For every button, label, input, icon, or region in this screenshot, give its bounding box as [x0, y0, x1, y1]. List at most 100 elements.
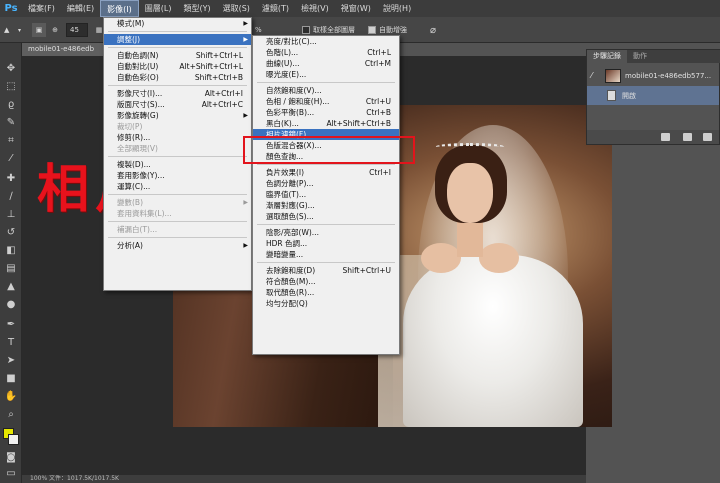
menu-row[interactable]: 符合顏色(M)...	[253, 276, 399, 287]
menu-item[interactable]: 選取(S)	[217, 0, 256, 17]
menu-row[interactable]: 分析(A) ▶	[104, 240, 251, 251]
menu-row[interactable]: 影像旋轉(G) ▶	[104, 110, 251, 121]
refine-edge-icon[interactable]: ⌀	[430, 23, 436, 37]
menu-row[interactable]: 陰影/亮部(W)...	[253, 227, 399, 238]
menu-row[interactable]: HDR 色調...	[253, 238, 399, 249]
brush-size-field[interactable]: 45	[66, 23, 88, 37]
menu-item[interactable]: 檔案(F)	[22, 0, 61, 17]
menu-row-label: 臨界值(T)...	[266, 190, 307, 199]
menu-row-label: 陰影/亮部(W)...	[266, 228, 319, 237]
menu-row-label: 補漏白(T)...	[117, 225, 158, 234]
menu-row-label: 運算(C)...	[117, 182, 151, 191]
menu-row[interactable]: 亮度/對比(C)...	[253, 36, 399, 47]
tool-preset-arrow-icon[interactable]: ▾	[18, 23, 21, 37]
menu-row[interactable]: 黑白(K)... Alt+Shift+Ctrl+B	[253, 118, 399, 129]
menu-row-label: 變數(B)	[117, 198, 143, 207]
blur-tool-icon[interactable]: ▲	[3, 279, 19, 294]
menu-row[interactable]: 色彩平衡(B)... Ctrl+B	[253, 107, 399, 118]
menu-item[interactable]: 影像(I)	[100, 0, 139, 17]
auto-enhance-box[interactable]	[368, 26, 376, 34]
menu-row-label: 影像尺寸(I)...	[117, 89, 163, 98]
menu-row[interactable]: 臨界值(T)...	[253, 189, 399, 200]
menu-row[interactable]: 模式(M) ▶	[104, 18, 251, 29]
hand-tool-icon[interactable]: ✋	[3, 389, 19, 404]
tab-actions[interactable]: 動作	[627, 50, 653, 63]
menu-row[interactable]: 自動色調(N) Shift+Ctrl+L	[104, 50, 251, 61]
menu-item[interactable]: 類型(Y)	[177, 0, 216, 17]
menu-row[interactable]: 運算(C)...	[104, 181, 251, 192]
menu-row[interactable]: 調整(J) ▶	[104, 34, 251, 45]
crop-tool-icon[interactable]: ⌗	[3, 133, 19, 148]
menu-row[interactable]: 版面尺寸(S)... Alt+Ctrl+C	[104, 99, 251, 110]
menu-row-label: 色階(L)...	[266, 48, 299, 57]
menu-row-label: 曲線(U)...	[266, 59, 300, 68]
path-select-icon[interactable]: ➤	[3, 353, 19, 368]
trash-icon[interactable]	[703, 133, 712, 141]
menu-row-label: 修剪(R)...	[117, 133, 151, 142]
zoom-tool-icon[interactable]: ⌕	[3, 407, 19, 422]
shape-tool-icon[interactable]: ■	[3, 371, 19, 386]
photoshop-logo: Ps	[4, 3, 18, 14]
type-tool-icon[interactable]: T	[3, 335, 19, 350]
menu-row[interactable]: 自動色彩(O) Shift+Ctrl+B	[104, 72, 251, 83]
tab-history[interactable]: 步驟記錄	[587, 50, 627, 63]
menu-item[interactable]: 檢視(V)	[295, 0, 335, 17]
menu-row[interactable]: 色相 / 飽和度(H)... Ctrl+U	[253, 96, 399, 107]
menu-row: 裁切(P)	[104, 121, 251, 132]
healing-brush-icon[interactable]: ✚	[3, 171, 19, 186]
sample-all-layers-box[interactable]	[302, 26, 310, 34]
menu-row[interactable]: 選取顏色(S)...	[253, 211, 399, 222]
history-brush-icon[interactable]: ↺	[3, 225, 19, 240]
menu-row-label: 色彩平衡(B)...	[266, 108, 315, 117]
menu-row-label: 黑白(K)...	[266, 119, 299, 128]
menu-item[interactable]: 說明(H)	[377, 0, 417, 17]
brush-tool-icon[interactable]: ∕	[3, 189, 19, 204]
menu-row[interactable]: 套用影像(Y)...	[104, 170, 251, 181]
pen-tool-icon[interactable]: ✒	[3, 317, 19, 332]
new-document-from-state-icon[interactable]	[661, 133, 670, 141]
document-tab[interactable]: mobile01-e486edb	[22, 43, 107, 56]
menu-row[interactable]: 自然飽和度(V)...	[253, 85, 399, 96]
menu-row[interactable]: 曝光度(E)...	[253, 69, 399, 80]
menu-item[interactable]: 圖層(L)	[139, 0, 178, 17]
screen-mode-icon[interactable]: ▭	[3, 466, 19, 481]
history-brush-source-icon[interactable]: ⁄	[591, 71, 592, 80]
menu-row[interactable]: 去除飽和度(D) Shift+Ctrl+U	[253, 265, 399, 276]
menu-row[interactable]: 複製(D)...	[104, 159, 251, 170]
quick-select-tool-icon[interactable]: ▲	[4, 23, 9, 37]
quick-mask-icon[interactable]: ◙	[3, 450, 19, 465]
quick-select-tool-icon[interactable]: ✎	[3, 115, 19, 130]
menu-row[interactable]: 變暗變量...	[253, 249, 399, 260]
marquee-tool-icon[interactable]: ⬚	[3, 79, 19, 94]
move-tool-icon[interactable]: ✥	[3, 61, 19, 76]
menu-row[interactable]: 負片效果(I) Ctrl+I	[253, 167, 399, 178]
menu-row[interactable]: 色調分離(P)...	[253, 178, 399, 189]
menu-row[interactable]: 修剪(R)...	[104, 132, 251, 143]
eraser-tool-icon[interactable]: ◧	[3, 243, 19, 258]
history-step[interactable]: 開啟	[587, 86, 719, 105]
menu-row[interactable]: 曲線(U)... Ctrl+M	[253, 58, 399, 69]
background-color-swatch[interactable]	[8, 434, 19, 445]
menu-separator	[108, 156, 247, 157]
menu-item[interactable]: 視窗(W)	[335, 0, 377, 17]
menu-row[interactable]: 影像尺寸(I)... Alt+Ctrl+I	[104, 88, 251, 99]
menu-row[interactable]: 均勻分配(Q)	[253, 298, 399, 309]
menu-row-label: 亮度/對比(C)...	[266, 37, 317, 46]
new-selection-icon[interactable]: ▣	[32, 23, 46, 37]
shortcut-label: Alt+Ctrl+I	[204, 89, 243, 98]
camera-snapshot-icon[interactable]	[683, 133, 692, 141]
gradient-tool-icon[interactable]: ▤	[3, 261, 19, 276]
dodge-tool-icon[interactable]: ●	[3, 297, 19, 312]
menu-item[interactable]: 濾鏡(T)	[256, 0, 295, 17]
eyedropper-tool-icon[interactable]: ⁄	[3, 151, 19, 166]
stamp-tool-icon[interactable]: ⊥	[3, 207, 19, 222]
history-snapshot[interactable]: ⁄ mobile01-e486edb577...	[587, 66, 719, 85]
menu-row[interactable]: 色階(L)... Ctrl+L	[253, 47, 399, 58]
menu-row[interactable]: 自動對比(U) Alt+Shift+Ctrl+L	[104, 61, 251, 72]
lasso-tool-icon[interactable]: ϱ	[3, 97, 19, 112]
menu-item[interactable]: 編輯(E)	[61, 0, 100, 17]
menu-row[interactable]: 取代顏色(R)...	[253, 287, 399, 298]
add-to-selection-icon[interactable]: ⊕	[48, 23, 62, 37]
menu-row[interactable]: 漸層對應(G)...	[253, 200, 399, 211]
menu-row-label: 版面尺寸(S)...	[117, 100, 165, 109]
